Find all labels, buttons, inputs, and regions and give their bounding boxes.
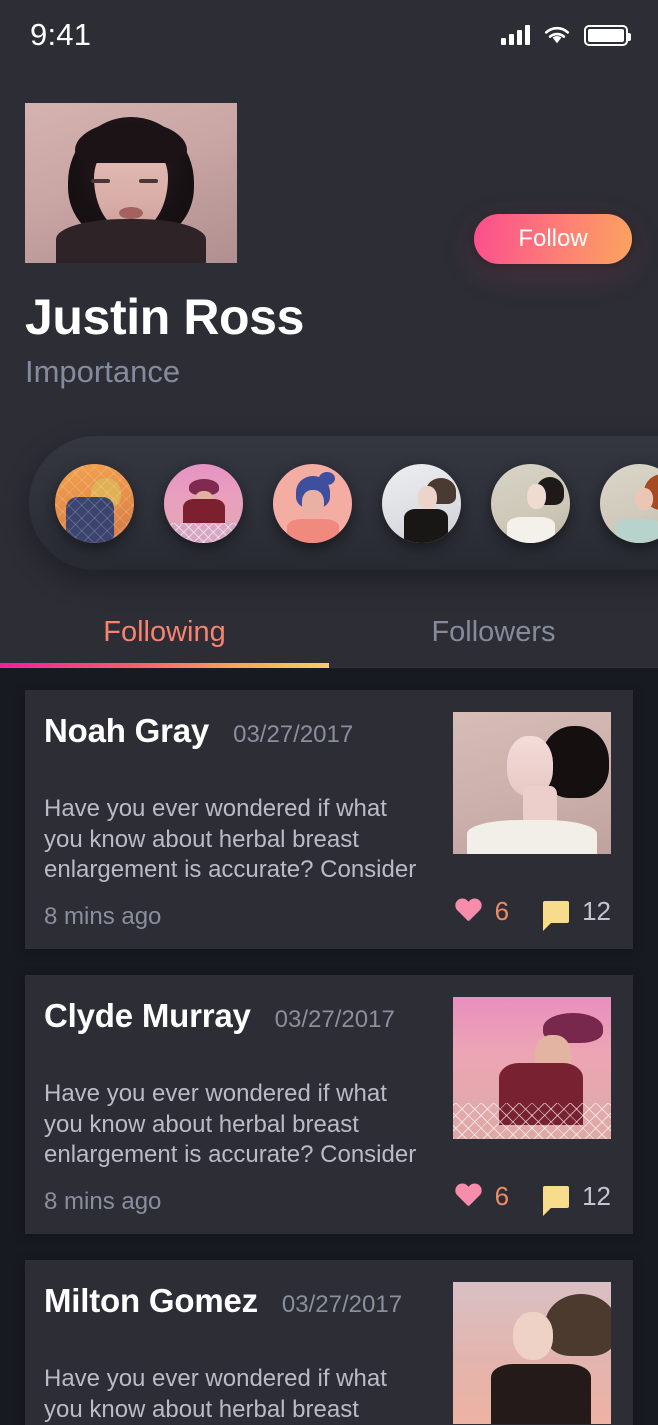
story-4-face [418,485,438,510]
comment-bubble-icon [543,900,570,931]
status-icons [501,24,631,46]
post-timestamp: 8 mins ago [44,903,162,930]
thumb-1-top [467,820,597,854]
tab-following[interactable]: Following [0,596,329,668]
heart-icon [455,1184,482,1209]
post-author: Clyde Murray [44,997,251,1034]
comment-stat[interactable]: 12 [543,896,611,931]
profile-header: 9:41 Justin Ross Importance Follow Follo… [0,0,658,668]
post-feed[interactable]: Noah Gray 03/27/2017 Have you ever wonde… [0,668,658,1425]
post-thumbnail[interactable] [453,712,611,854]
post-card[interactable]: Milton Gomez 03/27/2017 Have you ever wo… [25,1260,633,1425]
story-5-body [506,516,555,543]
post-timestamp: 8 mins ago [44,1188,162,1215]
wifi-icon [544,25,570,45]
story-1-fence [55,463,134,543]
post-body: Have you ever wondered if what you know … [44,795,417,884]
story-5-face [527,483,547,509]
post-card[interactable]: Clyde Murray 03/27/2017 Have you ever wo… [25,975,633,1234]
post-body: Have you ever wondered if what you know … [44,1080,417,1169]
post-author: Noah Gray [44,712,210,749]
battery-icon [584,24,631,46]
post-date: 03/27/2017 [233,721,354,748]
post-header: Milton Gomez 03/27/2017 [44,1282,402,1320]
thumb-3-face [513,1312,554,1360]
like-count: 6 [494,1181,510,1211]
post-date: 03/27/2017 [274,1006,395,1033]
photo-eye-left [91,179,110,183]
comment-stat[interactable]: 12 [543,1181,611,1216]
story-6-face [634,487,653,510]
post-body: Have you ever wondered if what you know … [44,1365,387,1423]
like-stat[interactable]: 6 [455,896,509,927]
story-avatar-6[interactable] [600,463,658,543]
like-stat[interactable]: 6 [455,1181,509,1212]
thumb-2-mesh [453,1103,611,1139]
story-3-body [286,518,339,543]
photo-bangs [75,121,187,163]
tab-followers[interactable]: Followers [329,596,658,668]
heart-icon [455,899,482,924]
post-thumbnail[interactable] [453,1282,611,1424]
profile-photo[interactable] [25,103,237,263]
post-stats: 6 12 [455,1181,611,1216]
photo-eye-right [139,179,158,183]
comment-count: 12 [582,896,611,926]
cellular-signal-icon [501,25,530,45]
post-header: Noah Gray 03/27/2017 [44,712,353,750]
post-author: Milton Gomez [44,1282,258,1319]
story-avatar-5[interactable] [491,463,570,543]
profile-subtitle: Importance [25,354,181,389]
story-2-mesh [164,522,243,543]
status-bar: 9:41 [0,0,658,70]
thumb-3-body [491,1364,592,1424]
app-screen: 9:41 Justin Ross Importance Follow Follo… [0,0,658,1425]
stories-strip[interactable] [29,436,658,570]
tab-bar: Following Followers [0,596,658,668]
post-date: 03/27/2017 [281,1291,403,1318]
story-4-body [404,508,449,543]
story-6-body [614,518,658,543]
photo-lips [119,207,143,219]
post-card[interactable]: Noah Gray 03/27/2017 Have you ever wonde… [25,690,633,949]
like-count: 6 [494,896,510,926]
follow-button-wrapper: Follow [474,214,632,264]
comment-bubble-icon [543,1185,570,1216]
story-avatar-4[interactable] [382,463,461,543]
thumb-3-hair [544,1294,611,1356]
post-thumbnail[interactable] [453,997,611,1139]
page-title: Justin Ross [25,289,304,345]
follow-button[interactable]: Follow [474,214,632,264]
story-3-face [301,489,324,516]
comment-count: 12 [582,1181,611,1211]
status-time: 9:41 [30,17,92,52]
post-stats: 6 12 [455,896,611,931]
post-header: Clyde Murray 03/27/2017 [44,997,395,1035]
photo-torso [56,219,206,263]
story-avatar-2[interactable] [164,463,243,543]
story-avatar-3[interactable] [273,463,352,543]
story-avatar-1[interactable] [55,463,134,543]
